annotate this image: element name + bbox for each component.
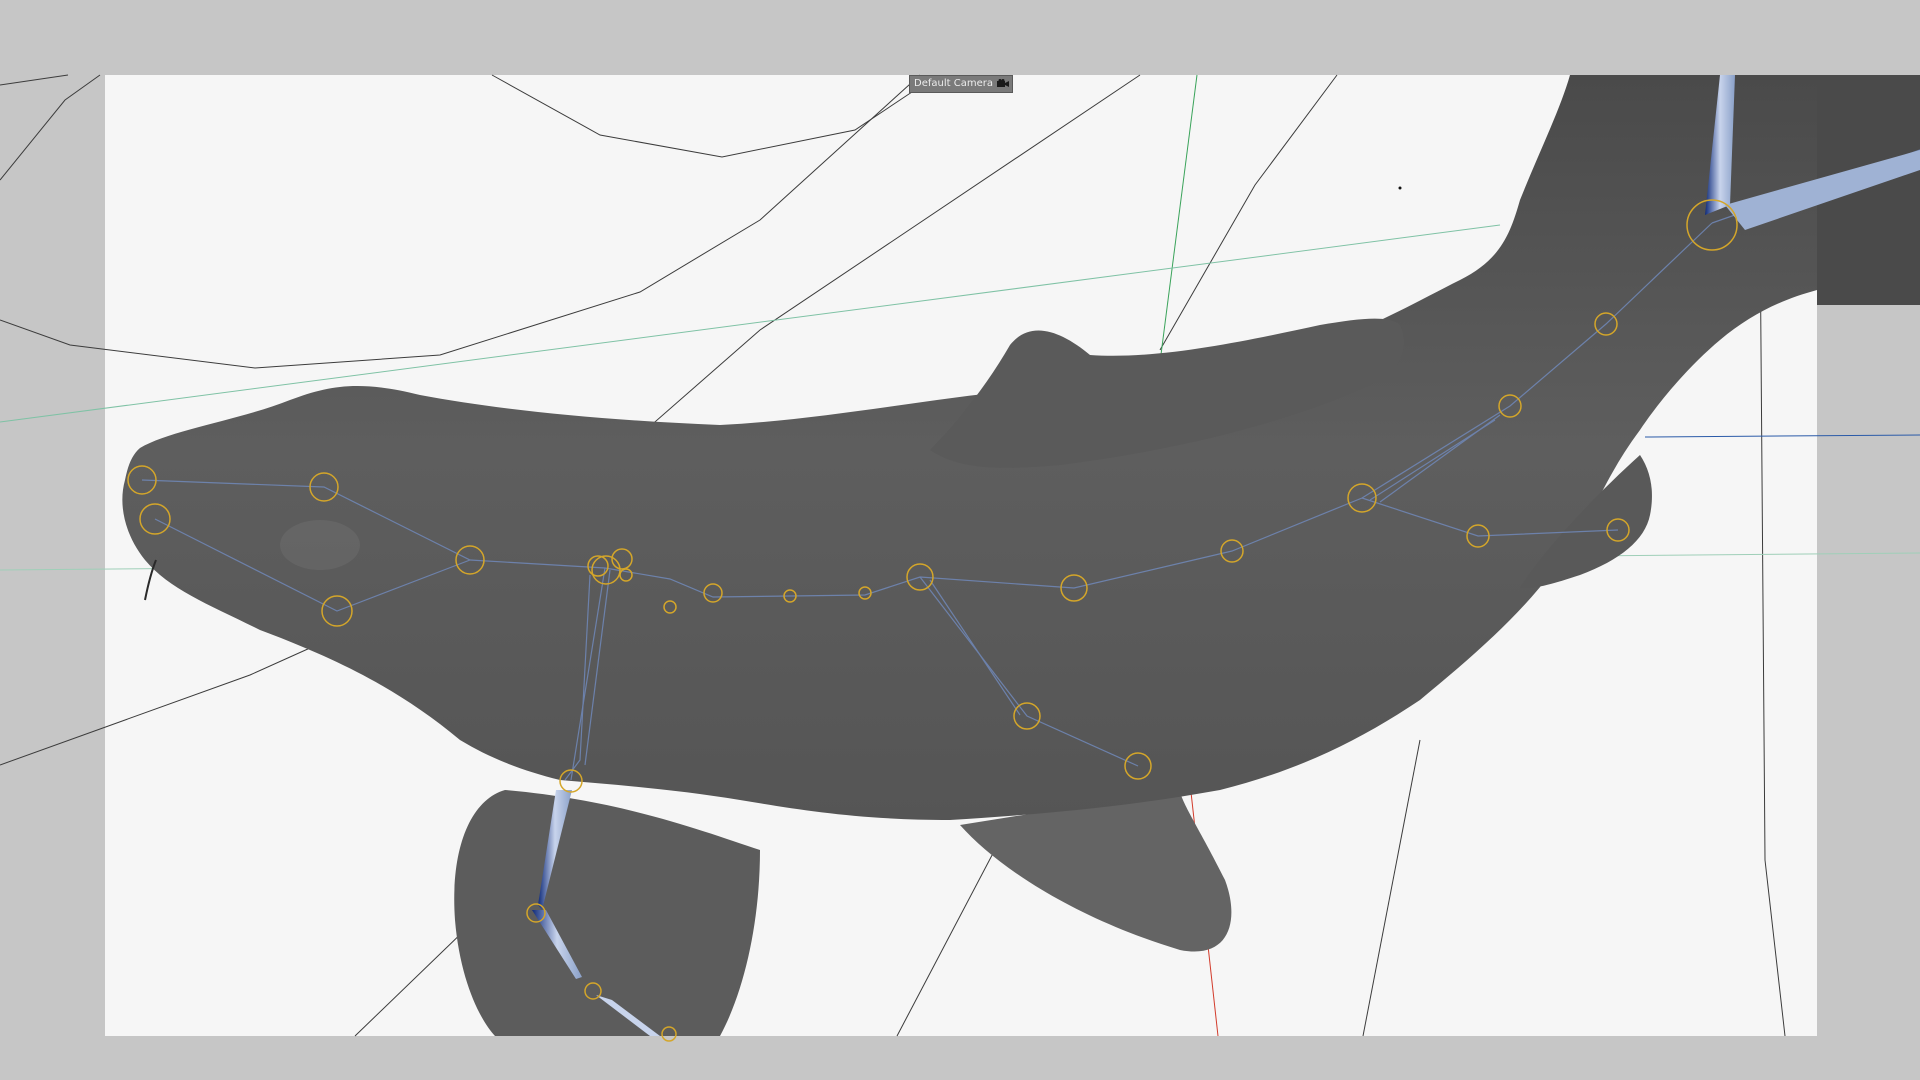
3d-viewport[interactable]: Default Camera	[0, 0, 1920, 1080]
viewport-scene[interactable]	[0, 0, 1920, 1080]
camera-name-label: Default Camera	[914, 78, 993, 89]
camera-selector[interactable]: Default Camera	[909, 75, 1013, 93]
viewport-marker	[1398, 186, 1402, 190]
head-highlight	[280, 520, 360, 570]
camera-icon	[996, 79, 1009, 89]
